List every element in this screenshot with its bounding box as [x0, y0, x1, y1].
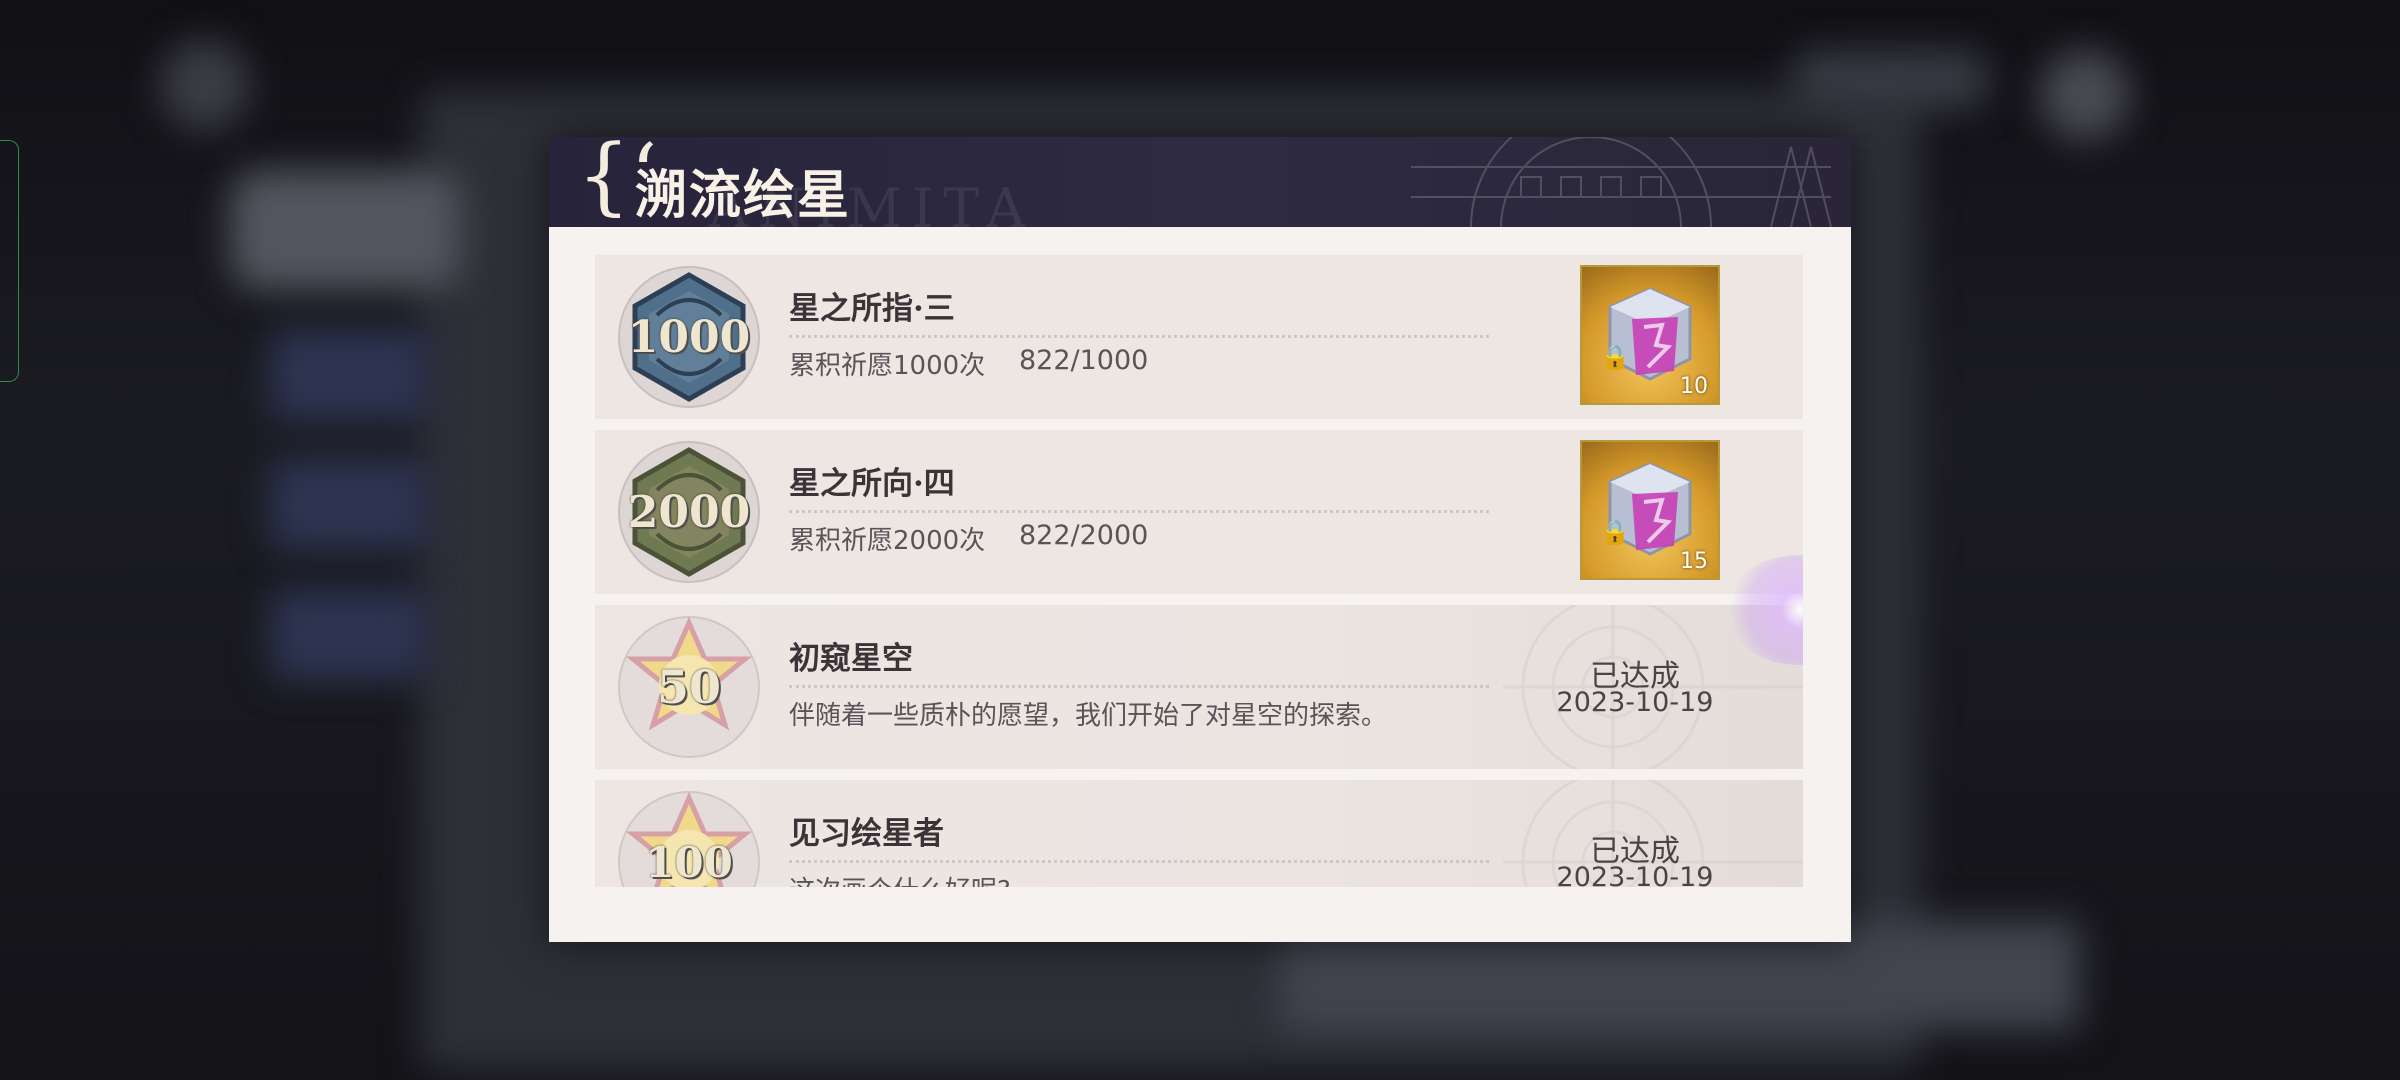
badge-value: 50: [656, 660, 721, 714]
edge-tab[interactable]: [0, 140, 19, 382]
achievement-list[interactable]: 1000 星之所指·三 累积祈愿1000次 822/1000 🔒 10 2000…: [595, 255, 1803, 887]
badge-value: 2000: [627, 486, 751, 538]
completion-date: 2023-10-19: [1556, 862, 1714, 887]
achievement-description: 这次画个什么好呢?: [789, 870, 1011, 887]
completion-date: 2023-10-19: [1556, 687, 1714, 718]
reward-item[interactable]: 🔒 15: [1580, 440, 1720, 580]
header-ornament: [1411, 137, 1832, 227]
badge-value: 100: [645, 837, 733, 887]
bg-shape: [1790, 50, 1990, 110]
bg-shape: [270, 590, 430, 680]
achievement-title: 星之所向·四: [789, 466, 955, 502]
badge-hex-icon: 1000: [617, 265, 761, 409]
reward-count: 10: [1680, 374, 1708, 399]
badge-hex-icon: 2000: [617, 440, 761, 584]
dialog-title: 溯流绘星: [635, 165, 852, 226]
lock-icon: 🔒: [1600, 518, 1630, 546]
achievement-description: 累积祈愿1000次: [789, 351, 986, 381]
achievement-description: 累积祈愿2000次: [789, 526, 986, 556]
badge-value: 1000: [627, 311, 751, 363]
badge-star-icon: 100: [617, 790, 761, 887]
bg-shape: [270, 460, 430, 550]
reward-item[interactable]: 🔒 10: [1580, 265, 1720, 405]
reward-count: 15: [1680, 549, 1708, 574]
achievement-progress: 822/2000: [1019, 520, 1149, 551]
divider: [789, 860, 1489, 863]
achievement-item[interactable]: 1000 星之所指·三 累积祈愿1000次 822/1000 🔒 10: [595, 255, 1803, 419]
dialog-header: ANIMITA {‘ 溯流绘星: [549, 137, 1851, 227]
badge-star-icon: 50: [617, 615, 761, 759]
achievement-description: 伴随着一些质朴的愿望，我们开始了对星空的探索。: [789, 701, 1388, 731]
achievement-item[interactable]: 2000 星之所向·四 累积祈愿2000次 822/2000 🔒 15: [595, 430, 1803, 594]
bg-shape: [2040, 50, 2130, 140]
divider: [789, 335, 1489, 338]
bg-shape: [160, 40, 250, 130]
lock-icon: 🔒: [1600, 343, 1630, 371]
achievement-title: 初窥星空: [789, 641, 913, 677]
achievement-title: 见习绘星者: [789, 816, 944, 852]
achievement-progress: 822/1000: [1019, 345, 1149, 376]
achievement-item[interactable]: 50 初窥星空 伴随着一些质朴的愿望，我们开始了对星空的探索。 已达成 2023…: [595, 605, 1803, 769]
bg-shape: [270, 330, 430, 420]
divider: [789, 685, 1489, 688]
achievement-item[interactable]: 100 见习绘星者 这次画个什么好呢? 已达成 2023-10-19: [595, 780, 1803, 887]
divider: [789, 510, 1489, 513]
achievement-dialog: ANIMITA {‘ 溯流绘星 1000 星之所指·三 累积祈愿1000次 82…: [549, 137, 1851, 942]
bg-shape: [230, 170, 460, 290]
achievement-title: 星之所指·三: [789, 291, 955, 327]
